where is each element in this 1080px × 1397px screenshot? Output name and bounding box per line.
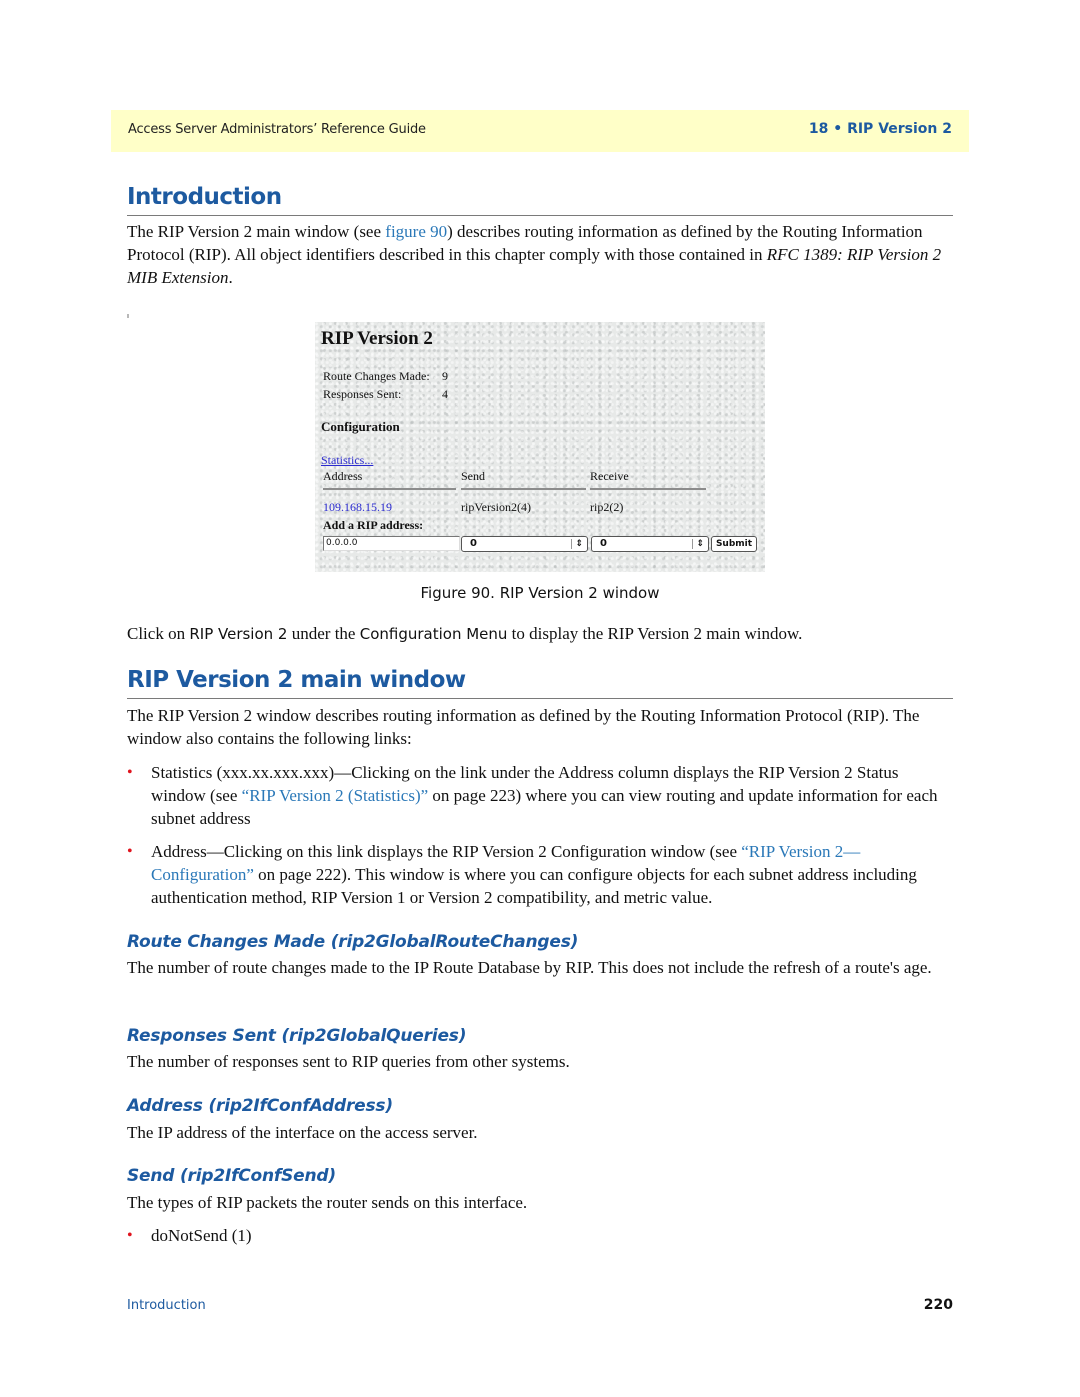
- send-description: The types of RIP packets the router send…: [127, 1193, 528, 1212]
- text: to display the RIP Version 2 main window…: [507, 624, 803, 643]
- bullet-icon: •: [127, 764, 133, 781]
- add-rip-address-label: Add a RIP address:: [323, 518, 424, 532]
- ui-term-configuration-menu: Configuration Menu: [359, 625, 508, 643]
- send-select[interactable]: 0 ⇕: [461, 536, 588, 552]
- list-item-text: Address—Clicking on this link displays t…: [151, 840, 953, 909]
- window-title: RIP Version 2: [321, 328, 433, 349]
- statistics-link[interactable]: Statistics...: [321, 453, 373, 468]
- select-divider: [692, 539, 693, 549]
- text: on page 222). This window is where you c…: [151, 865, 917, 907]
- submit-button[interactable]: Submit: [711, 536, 757, 552]
- select-divider: [571, 539, 572, 549]
- route-changes-value: 9: [442, 369, 448, 383]
- text: under the: [287, 624, 360, 643]
- address-heading: Address (rip2IfConfAddress): [127, 1096, 393, 1116]
- column-header-receive: Receive: [590, 469, 629, 483]
- send-heading: Send (rip2IfConfSend): [127, 1166, 336, 1186]
- bullet-icon: •: [127, 843, 133, 860]
- column-rule: [461, 488, 586, 490]
- configuration-heading: Configuration: [321, 419, 400, 434]
- introduction-paragraph: The RIP Version 2 main window (see figur…: [127, 220, 953, 289]
- text: The RIP Version 2 main window (see: [127, 222, 386, 241]
- ui-term-rip-version-2: RIP Version 2: [189, 625, 288, 643]
- address-link[interactable]: 109.168.15.19: [323, 500, 392, 515]
- route-changes-label: Route Changes Made:: [323, 369, 430, 383]
- send-select-value: 0: [470, 538, 477, 549]
- text: Click on: [127, 624, 190, 643]
- responses-sent-value: 4: [442, 387, 448, 401]
- rip-address-input[interactable]: 0.0.0.0: [323, 536, 460, 551]
- column-header-address: Address: [323, 469, 363, 483]
- statistics-cross-reference-link[interactable]: “RIP Version 2 (Statistics)”: [242, 786, 429, 805]
- footer-section-link[interactable]: Introduction: [127, 1298, 206, 1313]
- route-changes-description: The number of route changes made to the …: [127, 958, 932, 977]
- responses-sent-label: Responses Sent:: [323, 387, 402, 401]
- click-instruction-paragraph: Click on RIP Version 2 under the Configu…: [127, 622, 953, 646]
- stray-mark: [127, 314, 129, 318]
- list-item-text: Statistics (xxx.xx.xxx.xxx)—Clicking on …: [151, 761, 953, 830]
- column-rule: [323, 488, 456, 490]
- rip-version-2-window-screenshot: RIP Version 2 Route Changes Made: 9 Resp…: [315, 322, 765, 572]
- receive-select-value: 0: [600, 538, 607, 549]
- heading-rule: [127, 698, 953, 699]
- column-header-send: Send: [461, 469, 485, 483]
- figure-caption: Figure 90. RIP Version 2 window: [420, 584, 660, 602]
- figure-90-link[interactable]: figure 90: [385, 222, 447, 241]
- bullet-icon: •: [127, 1227, 133, 1244]
- heading-rule: [127, 215, 953, 216]
- page-number: 220: [923, 1297, 953, 1313]
- list-item: • Statistics (xxx.xx.xxx.xxx)—Clicking o…: [127, 761, 953, 830]
- running-header: Access Server Administrators’ Reference …: [111, 110, 969, 152]
- updown-arrow-icon: ⇕: [696, 539, 704, 549]
- address-description: The IP address of the interface on the a…: [127, 1123, 478, 1142]
- guide-title: Access Server Administrators’ Reference …: [128, 122, 426, 137]
- responses-sent-heading: Responses Sent (rip2GlobalQueries): [127, 1026, 467, 1046]
- text: .: [228, 268, 233, 287]
- receive-value: rip2(2): [590, 500, 624, 514]
- column-rule: [590, 488, 706, 490]
- updown-arrow-icon: ⇕: [575, 539, 583, 549]
- send-value: ripVersion2(4): [461, 500, 531, 514]
- list-item: • doNotSend (1): [127, 1224, 953, 1247]
- chapter-title: 18 • RIP Version 2: [808, 121, 952, 137]
- send-value-donotsend: doNotSend (1): [151, 1226, 252, 1245]
- receive-select[interactable]: 0 ⇕: [591, 536, 709, 552]
- responses-sent-description: The number of responses sent to RIP quer…: [127, 1052, 570, 1071]
- introduction-heading: Introduction: [127, 184, 282, 210]
- text: Address—Clicking on this link displays t…: [151, 842, 742, 861]
- list-item: • Address—Clicking on this link displays…: [127, 840, 953, 909]
- main-window-heading: RIP Version 2 main window: [127, 667, 466, 693]
- route-changes-heading: Route Changes Made (rip2GlobalRouteChang…: [127, 932, 579, 952]
- main-window-paragraph: The RIP Version 2 window describes routi…: [127, 706, 920, 748]
